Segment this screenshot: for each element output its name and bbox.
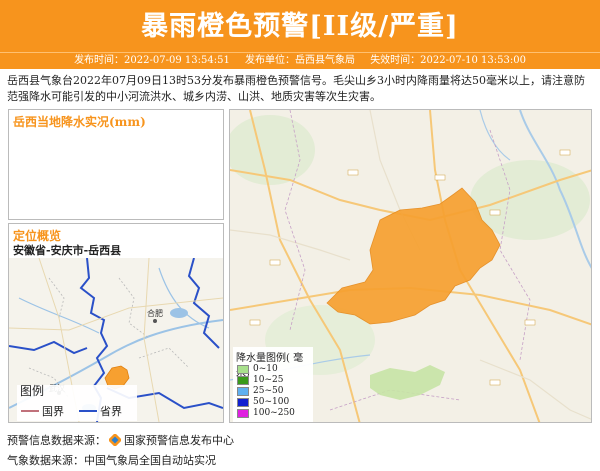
province-border-line [79, 410, 97, 412]
location-map-legend: 图例 国界 省界 [17, 384, 137, 421]
weather-source-text: 气象数据来源：中国气象局全国自动站实况 [7, 454, 216, 467]
issue-time: 发布时间：2022-07-09 13:54:51 [74, 55, 230, 66]
legend-national-border: 国界 [21, 403, 64, 419]
legend-province-border: 省界 [79, 403, 122, 419]
rainfall-legend: 降水量图例( 毫米) 0~10 10~25 25~50 50~100 100~2… [233, 347, 313, 422]
warning-source-label: 预警信息数据来源： [7, 434, 106, 447]
rainfall-legend-item: 25~50 [237, 386, 283, 396]
location-overview-panel: 定位概览 安徽省-安庆市-岳西县 合肥 武汉 [8, 223, 224, 423]
location-overview-map[interactable]: 合肥 武汉 图例 国界 省界 [9, 258, 223, 422]
warning-banner: 暴雨橙色预警[II级/严重] [0, 0, 600, 52]
rainfall-legend-item: 10~25 [237, 375, 283, 385]
rainfall-legend-item: 0~10 [237, 364, 278, 374]
rainfall-swatch [237, 408, 249, 418]
national-border-line [21, 410, 39, 412]
warning-source-link[interactable]: 国家预警信息发布中心 [124, 432, 234, 448]
city-label-hefei: 合肥 [147, 308, 163, 318]
legend-title: 图例 [20, 384, 45, 398]
warning-title: 暴雨橙色预警[II级/严重] [141, 11, 459, 42]
rainfall-legend-item: 50~100 [237, 397, 289, 407]
warning-description: 岳西县气象台2022年07月09日13时53分发布暴雨橙色预警信号。毛尖山乡3小… [7, 74, 585, 103]
location-path: 安徽省-安庆市-岳西县 [13, 244, 122, 257]
rainfall-swatch [237, 397, 249, 407]
rainfall-swatch [237, 364, 249, 374]
weather-source-line: 气象数据来源：中国气象局全国自动站实况 [7, 452, 216, 468]
rain-panel-title: 岳西当地降水实况(mm) [13, 115, 146, 129]
expire-time: 失效时间：2022-07-10 13:53:00 [370, 55, 526, 66]
warning-meta-bar: 发布时间：2022-07-09 13:54:51 发布单位：岳西县气象局 失效时… [0, 52, 600, 69]
rainfall-legend-item: 100~250 [237, 408, 295, 418]
rain-observation-panel: 岳西当地降水实况(mm) [8, 109, 224, 220]
rainfall-swatch [237, 386, 249, 396]
rainfall-swatch [237, 375, 249, 385]
issuer: 发布单位：岳西县气象局 [245, 55, 355, 66]
warning-source-line: 预警信息数据来源： 国家预警信息发布中心 [7, 432, 234, 448]
warning-center-logo-icon [109, 434, 121, 446]
warning-area-map[interactable]: 降水量图例( 毫米) 0~10 10~25 25~50 50~100 100~2… [229, 109, 592, 423]
